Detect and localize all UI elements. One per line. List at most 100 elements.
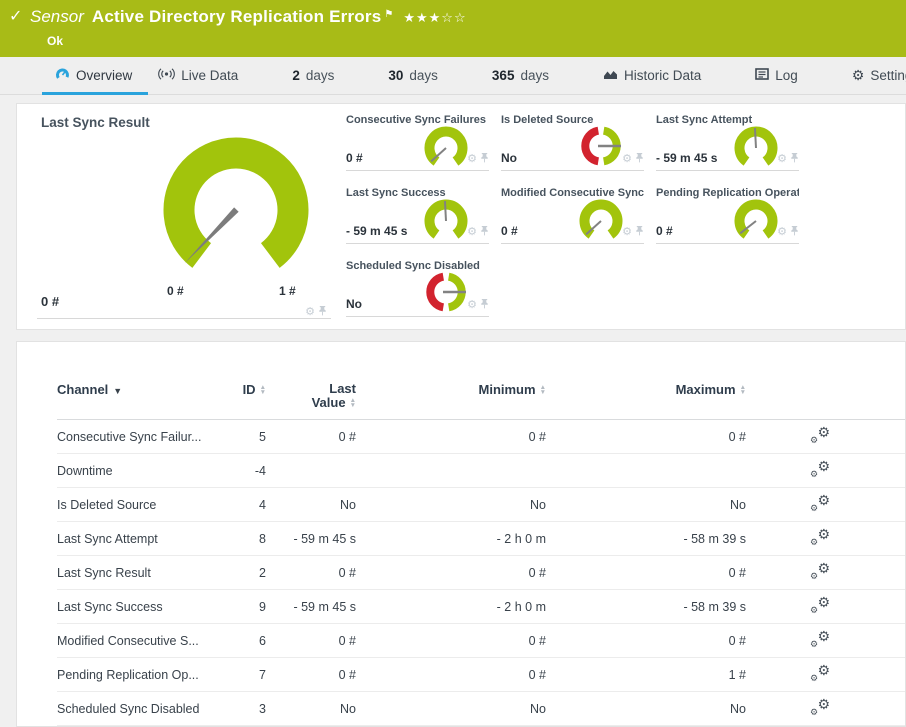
sort-icon: ▲ ▼	[349, 396, 356, 409]
gauge-settings-icon[interactable]: ⚙	[777, 226, 787, 238]
cell-maximum: 0 #	[728, 633, 746, 648]
tab-label: days	[305, 68, 335, 83]
column-header-minimum[interactable]: Minimum ▲ ▼	[356, 382, 547, 397]
pin-icon[interactable]	[480, 150, 489, 168]
table-row: Last Sync Success 9 - 59 m 45 s - 2 h 0 …	[57, 590, 905, 624]
gauge-tools: ⚙	[622, 223, 644, 241]
gauge-cell: Modified Consecutive Sync F... 0 # ⚙	[501, 186, 644, 244]
tab-30-days[interactable]: 30 days	[388, 68, 438, 83]
gauges-panel: Last Sync Result 0 # 1 # 0 # ⚙ Consecuti…	[16, 103, 906, 330]
gauge-settings-icon[interactable]: ⚙	[622, 153, 632, 165]
small-gauges-grid: Consecutive Sync Failures 0 # ⚙ Is Delet…	[346, 113, 799, 317]
pin-icon[interactable]	[480, 223, 489, 241]
cell-channel[interactable]: Last Sync Result	[57, 566, 227, 580]
priority-stars[interactable]: ★★★☆☆	[403, 10, 466, 26]
cell-channel[interactable]: Last Sync Success	[57, 600, 227, 614]
cell-minimum: 0 #	[528, 633, 546, 648]
cell-channel[interactable]: Modified Consecutive S...	[57, 634, 227, 648]
cell-channel[interactable]: Consecutive Sync Failur...	[57, 430, 227, 444]
gauge-value: No	[501, 151, 517, 165]
pin-icon[interactable]	[480, 296, 489, 314]
cell-minimum: 0 #	[528, 667, 546, 682]
tab-365-days[interactable]: 365 days	[492, 68, 549, 83]
gauge-settings-icon[interactable]: ⚙	[777, 153, 787, 165]
gauge-settings-icon[interactable]: ⚙	[467, 153, 477, 165]
tab-number: 30	[388, 68, 404, 83]
cell-id: 3	[259, 701, 266, 716]
gauge-scale-max: 1 #	[279, 284, 296, 298]
pin-icon[interactable]	[635, 223, 644, 241]
cell-last-value: 0 #	[338, 633, 356, 648]
column-header-maximum[interactable]: Maximum ▲ ▼	[546, 382, 746, 397]
tab-label: Log	[775, 68, 798, 83]
channel-settings-icon[interactable]: ⚙ ⚙	[808, 561, 832, 581]
column-header-last-value[interactable]: Last Value ▲ ▼	[266, 382, 356, 410]
live-data-icon	[158, 67, 176, 84]
table-row: Last Sync Result 2 0 # 0 # 0 # ⚙ ⚙	[57, 556, 905, 590]
gauge-settings-icon[interactable]: ⚙	[467, 226, 477, 238]
cell-maximum: - 58 m 39 s	[683, 531, 746, 546]
channel-settings-icon[interactable]: ⚙ ⚙	[808, 595, 832, 615]
table-header-row: Channel ▼ ID ▲ ▼ Last Value ▲ ▼ Minimum ▲ ▼ Max…	[57, 382, 905, 420]
log-icon	[755, 68, 770, 83]
cell-settings: ⚙ ⚙	[746, 459, 891, 482]
gauge-settings-icon[interactable]: ⚙	[622, 226, 632, 238]
channel-settings-icon[interactable]: ⚙ ⚙	[808, 425, 832, 445]
cell-minimum: - 2 h 0 m	[496, 531, 546, 546]
gauge-icon	[55, 67, 70, 85]
cell-settings: ⚙ ⚙	[746, 629, 891, 652]
flag-icon[interactable]: ⚑	[384, 9, 393, 20]
tab-number: 2	[292, 68, 300, 83]
cell-id: 5	[259, 429, 266, 444]
cell-id: 8	[259, 531, 266, 546]
table-row: Last Sync Attempt 8 - 59 m 45 s - 2 h 0 …	[57, 522, 905, 556]
column-header-channel[interactable]: Channel ▼	[57, 382, 227, 397]
gauge-settings-icon[interactable]: ⚙	[467, 299, 477, 311]
tab-overview[interactable]: Overview	[55, 67, 132, 85]
tab-historic-data[interactable]: Historic Data	[603, 68, 701, 84]
tab-label: days	[409, 68, 438, 83]
gauge-tools: ⚙	[305, 303, 327, 321]
channel-settings-icon[interactable]: ⚙ ⚙	[808, 527, 832, 547]
primary-gauge-value: 0 #	[41, 294, 60, 309]
gauge-settings-icon[interactable]: ⚙	[305, 306, 315, 318]
gear-icon: ⚙	[852, 68, 865, 83]
cell-minimum: 0 #	[528, 429, 546, 444]
pin-icon[interactable]	[790, 150, 799, 168]
tab-live-data[interactable]: Live Data	[158, 67, 238, 84]
channel-settings-icon[interactable]: ⚙ ⚙	[808, 663, 832, 683]
cell-channel[interactable]: Downtime	[57, 464, 227, 478]
gauge-scale-min: 0 #	[167, 284, 184, 298]
channel-settings-icon[interactable]: ⚙ ⚙	[808, 493, 832, 513]
cell-channel[interactable]: Scheduled Sync Disabled	[57, 702, 227, 716]
area-chart-icon	[603, 68, 618, 84]
tab-log[interactable]: Log	[755, 68, 798, 83]
pin-icon[interactable]	[318, 303, 327, 321]
channel-settings-icon[interactable]: ⚙ ⚙	[808, 697, 832, 717]
tab-number: 365	[491, 68, 515, 83]
cell-channel[interactable]: Is Deleted Source	[57, 498, 227, 512]
cell-id: 7	[259, 667, 266, 682]
cell-channel[interactable]: Pending Replication Op...	[57, 668, 227, 682]
cell-last-value: - 59 m 45 s	[293, 599, 356, 614]
active-tab-underline	[42, 92, 148, 95]
column-header-id[interactable]: ID ▲ ▼	[227, 382, 266, 397]
sort-icon: ▲ ▼	[739, 383, 746, 396]
pin-icon[interactable]	[790, 223, 799, 241]
tab-2-days[interactable]: 2 days	[292, 68, 334, 83]
channel-settings-icon[interactable]: ⚙ ⚙	[808, 629, 832, 649]
channel-settings-icon[interactable]: ⚙ ⚙	[808, 459, 832, 479]
tab-settings[interactable]: ⚙ Settings	[852, 68, 906, 83]
cell-last-value: 0 #	[338, 565, 356, 580]
cell-minimum: No	[530, 701, 546, 716]
pin-icon[interactable]	[635, 150, 644, 168]
cell-settings: ⚙ ⚙	[746, 697, 891, 720]
gauge-value: No	[346, 297, 362, 311]
sensor-title: Active Directory Replication Errors	[91, 7, 382, 26]
cell-maximum: 0 #	[728, 565, 746, 580]
cell-last-value: No	[340, 497, 356, 512]
cell-last-value: 0 #	[338, 429, 356, 444]
cell-id: 9	[259, 599, 266, 614]
cell-channel[interactable]: Last Sync Attempt	[57, 532, 227, 546]
channels-table-panel: Channel ▼ ID ▲ ▼ Last Value ▲ ▼ Minimum ▲ ▼ Max…	[16, 341, 906, 727]
